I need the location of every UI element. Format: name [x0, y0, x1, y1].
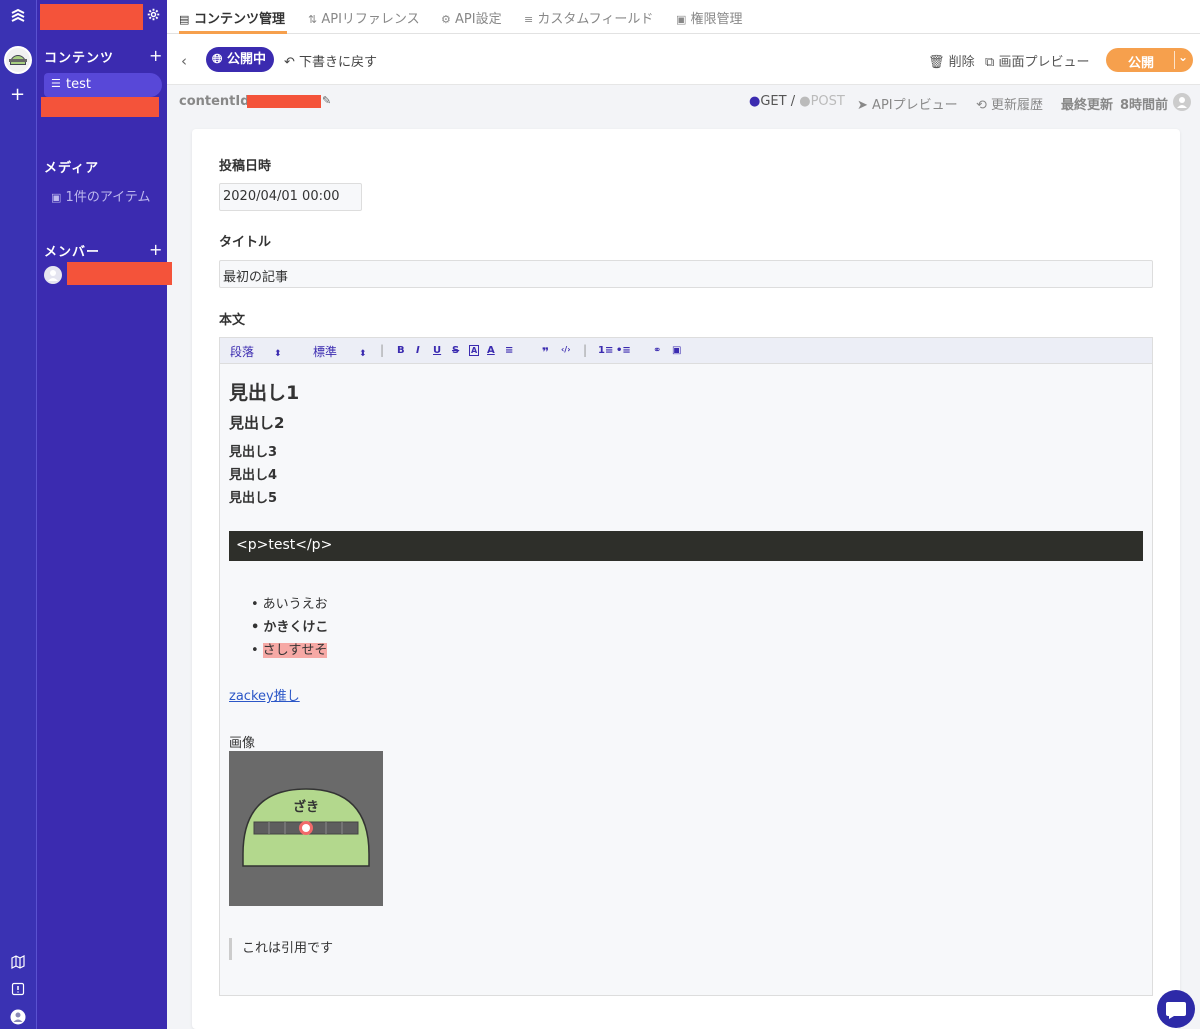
last-updated-value: 8時間前 [1120, 98, 1169, 113]
content-meta-row: contentId ✎ ●GET / ●POST ➤ APIプレビュー ⟲ 更新… [167, 85, 1200, 121]
highlight-button[interactable]: A [469, 345, 480, 356]
heading-5: 見出し5 [229, 491, 278, 506]
strike-button[interactable]: S [452, 345, 459, 356]
text-color-button[interactable]: A [487, 345, 495, 356]
redacted-api-name [41, 97, 159, 117]
sidebar-section-members: メンバー [44, 245, 101, 260]
underline-button[interactable]: U [433, 345, 441, 356]
api-preview-button[interactable]: ➤ APIプレビュー [857, 94, 958, 113]
date-field[interactable]: 2020/04/01 00:00 [219, 183, 362, 211]
sidebar: コンテンツ + ☰ test メディア ▣ 1件のアイテム メンバー + [37, 0, 172, 1029]
chevron-down-icon[interactable]: ⌄ [1178, 50, 1188, 64]
image-icon[interactable]: ▣ [672, 345, 681, 356]
quote-button[interactable]: ❞ [542, 345, 549, 359]
fields-icon: ≡ [524, 13, 534, 26]
redacted-content-id [247, 95, 321, 108]
embedded-image[interactable]: ざき [229, 751, 383, 906]
content-id-label: contentId [179, 94, 250, 109]
preview-icon: ⧉ [985, 55, 995, 70]
heading-2: 見出し2 [229, 414, 285, 432]
italic-button[interactable]: I [416, 345, 420, 356]
content-edit-card: 投稿日時 2020/04/01 00:00 タイトル 最初の記事 本文 段落 ⬍ … [192, 129, 1180, 1029]
editor-toolbar: 段落 ⬍ 標準 ⬍ | B I U S A A ≡ ❞ ‹/› | 1≡ •≡ ⚭ … [220, 338, 1152, 364]
redacted-member-name [67, 262, 172, 285]
title-field-label: タイトル [219, 235, 272, 250]
logo-icon[interactable] [8, 8, 28, 28]
add-member-button[interactable]: + [149, 240, 162, 259]
list-item: • あいうえお [251, 597, 328, 612]
redacted-service-name [40, 4, 143, 30]
trash-icon: 🗑︎ [928, 55, 945, 70]
globe-icon: 🌐︎ [212, 52, 223, 67]
link-icon[interactable]: ⚭ [653, 345, 661, 356]
user-icon[interactable] [9, 1009, 27, 1027]
alert-icon[interactable] [9, 982, 27, 1000]
list-item: • かきくけこ [251, 620, 329, 635]
size-select[interactable]: 標準 ⬍ [313, 343, 367, 360]
content-link[interactable]: zackey推し [229, 685, 300, 704]
sidebar-section-media: メディア [44, 161, 100, 176]
back-chevron-icon[interactable]: ‹ [181, 52, 187, 70]
gear-icon: ⚙ [441, 13, 451, 26]
status-badge[interactable]: 🌐︎ 公開中 [206, 47, 274, 72]
sidebar-item-test[interactable]: ☰ test [44, 73, 162, 97]
title-field[interactable]: 最初の記事 [219, 260, 1153, 288]
add-api-button[interactable]: + [149, 46, 162, 65]
revert-to-draft-button[interactable]: ↶ 下書きに戻す [284, 51, 377, 70]
chat-support-button[interactable] [1157, 990, 1195, 1028]
paragraph-select[interactable]: 段落 ⬍ [230, 343, 282, 360]
play-icon: ➤ [857, 98, 868, 113]
heading-1: 見出し1 [229, 382, 300, 404]
screen-preview-button[interactable]: ⧉ 画面プレビュー [985, 51, 1089, 70]
action-bar: ‹ 🌐︎ 公開中 ↶ 下書きに戻す 🗑︎ 削除 ⧉ 画面プレビュー 公開 ⌄ [167, 34, 1200, 85]
member-avatar[interactable] [44, 266, 62, 284]
blockquote: これは引用です [229, 938, 333, 960]
get-post-indicator: ●GET / ●POST [749, 94, 845, 109]
updater-avatar [1173, 93, 1191, 111]
tab-custom-fields[interactable]: ≡ カスタムフィールド [524, 8, 653, 27]
rich-text-editor[interactable]: 段落 ⬍ 標準 ⬍ | B I U S A A ≡ ❞ ‹/› | 1≡ •≡ ⚭ … [219, 337, 1153, 996]
history-icon: ⟲ [976, 98, 987, 113]
map-icon[interactable] [9, 955, 27, 973]
code-block: <p>test</p> [229, 531, 1143, 561]
app-rail: + [0, 0, 37, 1029]
bullet-list-button[interactable]: •≡ [616, 345, 631, 356]
tab-permissions[interactable]: ▣ 権限管理 [676, 8, 743, 27]
list-item: • さしすせそ [251, 643, 328, 658]
history-button[interactable]: ⟲ 更新履歴 [976, 94, 1043, 113]
sidebar-section-content: コンテンツ [44, 51, 115, 66]
ordered-list-button[interactable]: 1≡ [598, 345, 613, 356]
image-icon: ▣ [51, 191, 62, 204]
heading-4: 見出し4 [229, 468, 278, 483]
person-card-icon: ▣ [676, 13, 687, 26]
service-avatar[interactable] [4, 46, 32, 74]
add-service-button[interactable]: + [10, 86, 25, 104]
undo-icon: ↶ [284, 55, 295, 70]
tab-api-settings[interactable]: ⚙ API設定 [441, 8, 502, 27]
top-navigation: ▤ コンテンツ管理 ⇅ APIリファレンス ⚙ API設定 ≡ カスタムフィール… [167, 0, 1200, 34]
bold-button[interactable]: B [397, 345, 405, 356]
publish-button[interactable]: 公開 ⌄ [1106, 48, 1193, 72]
delete-button[interactable]: 🗑︎ 削除 [928, 51, 975, 70]
body-field-label: 本文 [219, 313, 246, 328]
tab-content-management[interactable]: ▤ コンテンツ管理 [179, 8, 285, 27]
code-button[interactable]: ‹/› [561, 345, 571, 354]
image-text: ざき [293, 799, 319, 815]
date-field-label: 投稿日時 [219, 159, 272, 174]
align-button[interactable]: ≡ [505, 345, 513, 356]
document-icon: ▤ [179, 13, 190, 26]
sidebar-item-media[interactable]: ▣ 1件のアイテム [51, 186, 151, 205]
gear-icon[interactable] [147, 8, 160, 25]
image-caption: 画像 [229, 736, 256, 751]
sort-icon: ⇅ [308, 13, 318, 26]
last-updated-label: 最終更新 [1061, 98, 1114, 113]
list-icon: ☰ [51, 77, 61, 90]
heading-3: 見出し3 [229, 445, 278, 460]
edit-pencil-icon[interactable]: ✎ [322, 94, 331, 107]
sidebar-item-label: test [66, 77, 91, 92]
tab-api-reference[interactable]: ⇅ APIリファレンス [308, 8, 420, 27]
